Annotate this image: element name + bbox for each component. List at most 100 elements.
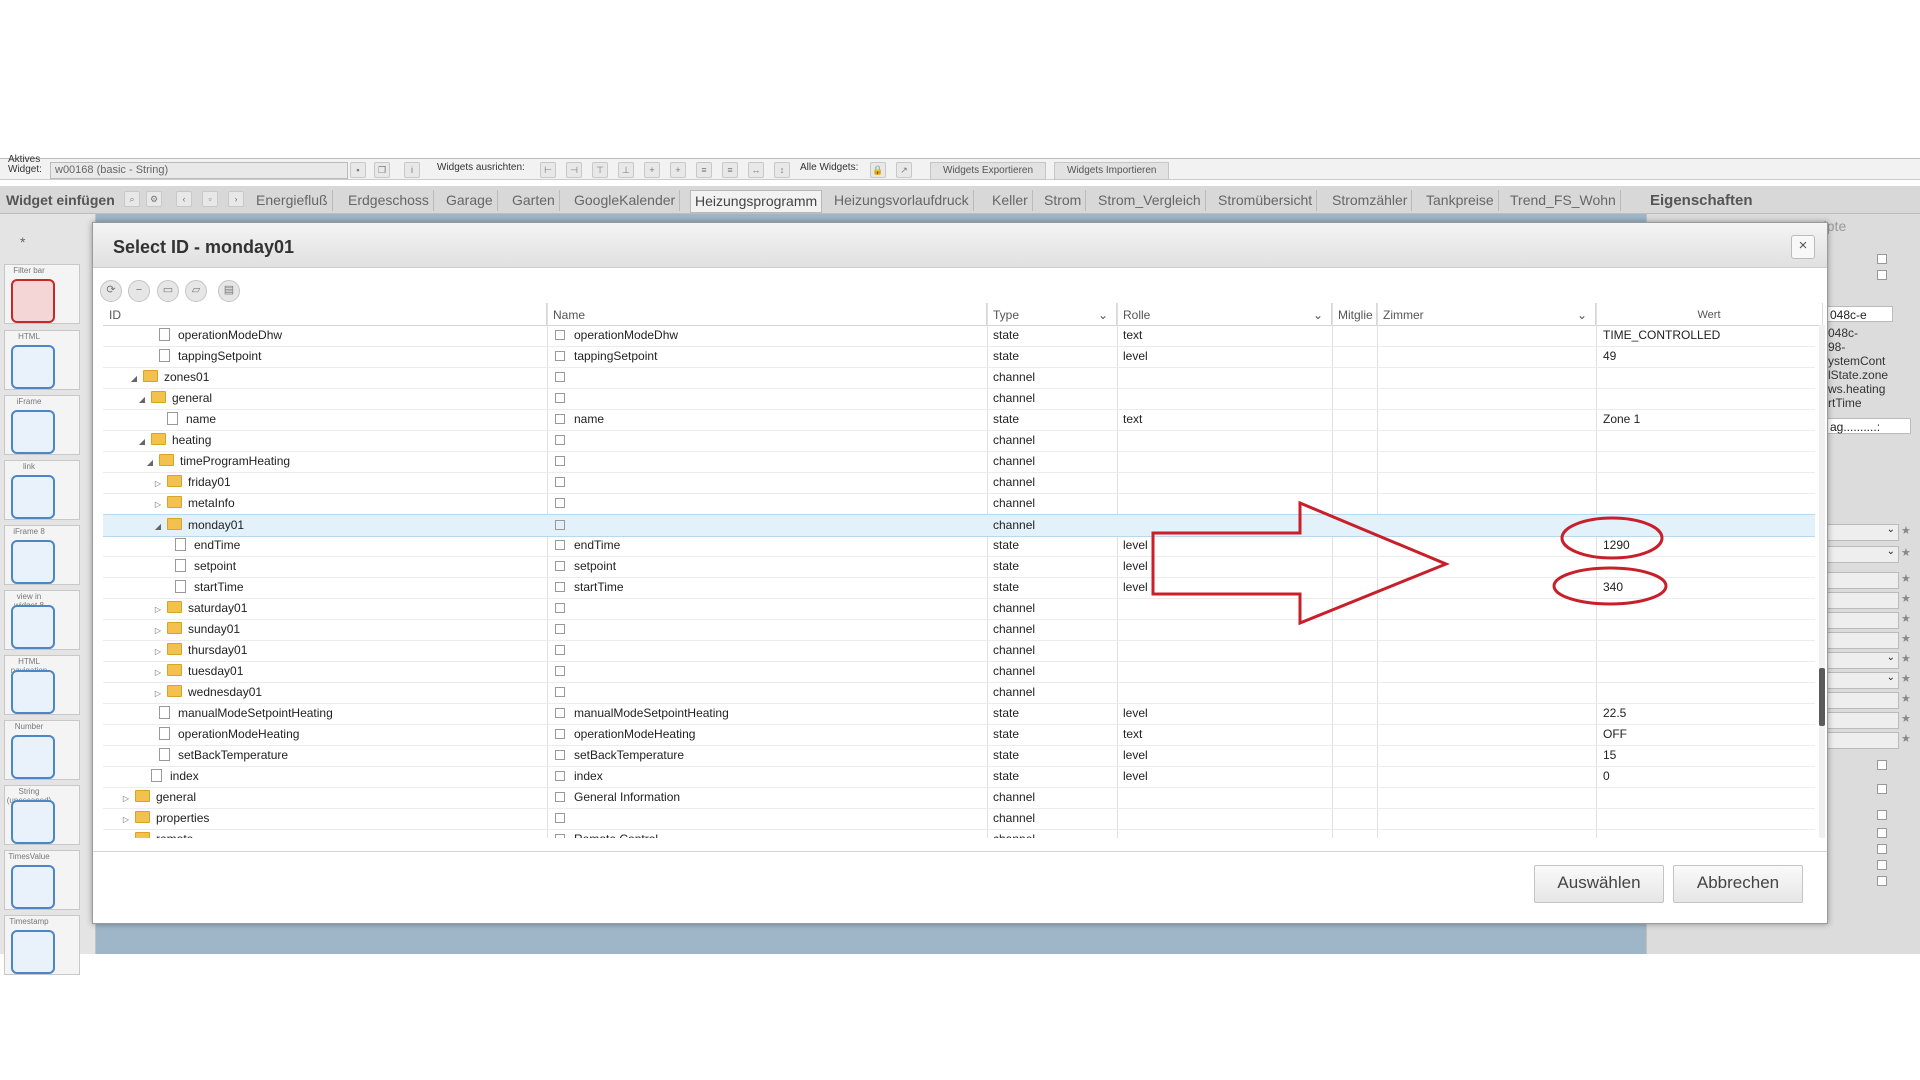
grid-scrollbar-thumb[interactable]	[1819, 668, 1825, 726]
tab-strom-vergleich[interactable]: Strom_Vergleich	[1094, 190, 1206, 211]
table-row[interactable]: ▷ wednesday01 channel	[103, 682, 1815, 704]
widget-tile[interactable]: TimesValue	[4, 850, 80, 910]
table-row[interactable]: ▷ friday01 channel	[103, 472, 1815, 494]
name-edit-icon[interactable]	[555, 351, 565, 361]
widget-tile[interactable]: String (unescaped)	[4, 785, 80, 845]
tab-menu-icon[interactable]: ▫	[202, 191, 218, 207]
name-edit-icon[interactable]	[555, 792, 565, 802]
favorite-star-icon[interactable]: ★	[1901, 612, 1913, 626]
col-header-role[interactable]: Rolle ⌄	[1117, 303, 1332, 325]
same-width-icon[interactable]: ↔	[748, 162, 764, 178]
copy-icon[interactable]: ❐	[374, 162, 390, 178]
table-row[interactable]: ◢ monday01 channel	[103, 514, 1815, 537]
name-edit-icon[interactable]	[555, 561, 565, 571]
table-row[interactable]: tappingSetpoint tappingSetpoint state level…	[103, 346, 1815, 368]
folder-closed-icon[interactable]: ▭	[157, 280, 179, 302]
import-widgets-button[interactable]: Widgets Importieren	[1054, 162, 1170, 180]
table-row[interactable]: setBackTemperature setBackTemperature stat…	[103, 745, 1815, 767]
widget-tile[interactable]: view in widget 8	[4, 590, 80, 650]
collapsed-toggle-icon[interactable]: ▷	[121, 788, 131, 808]
col-header-type[interactable]: Type ⌄	[987, 303, 1117, 325]
tab-googlekalender[interactable]: GoogleKalender	[570, 190, 681, 211]
chevron-down-icon[interactable]: ⌄	[1577, 303, 1587, 327]
table-row[interactable]: name name state text Zone 1	[103, 409, 1815, 431]
expanded-toggle-icon[interactable]: ◢	[153, 516, 163, 536]
collapsed-toggle-icon[interactable]: ▷	[153, 641, 163, 661]
table-row[interactable]: ▷ sunday01 channel	[103, 619, 1815, 641]
table-row[interactable]: operationModeHeating operationModeHeating…	[103, 724, 1815, 746]
table-row[interactable]: ▷ properties channel	[103, 808, 1815, 830]
property-select[interactable]: ⌄	[1827, 672, 1899, 689]
name-edit-icon[interactable]	[555, 750, 565, 760]
collapsed-toggle-icon[interactable]: ▷	[153, 473, 163, 493]
property-checkbox[interactable]	[1877, 784, 1887, 794]
collapsed-toggle-icon[interactable]: ▷	[153, 662, 163, 682]
name-edit-icon[interactable]	[555, 729, 565, 739]
tab-tankpreise[interactable]: Tankpreise	[1422, 190, 1499, 211]
info-icon[interactable]: i	[404, 162, 420, 178]
favorite-star-icon[interactable]: ★	[1901, 732, 1913, 746]
favorite-star-icon[interactable]: ★	[1901, 692, 1913, 706]
col-header-id[interactable]: ID	[103, 303, 547, 325]
folder-open-icon[interactable]: ▱	[185, 280, 207, 302]
close-button[interactable]: ×	[1791, 235, 1815, 259]
chevron-down-icon[interactable]: ⌄	[1313, 303, 1323, 327]
select-button[interactable]: Auswählen	[1534, 865, 1664, 903]
name-edit-icon[interactable]	[555, 624, 565, 634]
favorite-star-icon[interactable]: ★	[1901, 652, 1913, 666]
expanded-toggle-icon[interactable]: ◢	[137, 389, 147, 409]
favorite-star-icon[interactable]: ★	[1901, 592, 1913, 606]
collapsed-toggle-icon[interactable]: ▷	[153, 683, 163, 703]
name-edit-icon[interactable]	[555, 813, 565, 823]
table-row[interactable]: ▷ saturday01 channel	[103, 598, 1815, 620]
settings-icon[interactable]: ⚙	[146, 191, 162, 207]
name-edit-icon[interactable]	[555, 582, 565, 592]
table-row[interactable]: endTime endTime state level 1290	[103, 535, 1815, 557]
chevron-down-icon[interactable]: ⌄	[1098, 303, 1108, 327]
name-edit-icon[interactable]	[555, 540, 565, 550]
lock-icon[interactable]: 🔒	[870, 162, 886, 178]
name-edit-icon[interactable]	[555, 372, 565, 382]
tab-heizungsprogramm[interactable]: Heizungsprogramm	[690, 190, 823, 213]
center-horizontal-icon[interactable]: +	[670, 162, 686, 178]
name-edit-icon[interactable]	[555, 477, 565, 487]
favorite-star-icon[interactable]: ★	[1901, 632, 1913, 646]
favorite-star-icon[interactable]: ★	[1901, 546, 1913, 560]
grid-scrollbar[interactable]	[1819, 325, 1825, 838]
widget-tile[interactable]: link	[4, 460, 80, 520]
widget-tile[interactable]: iFrame 8	[4, 525, 80, 585]
property-checkbox[interactable]	[1877, 810, 1887, 820]
property-input[interactable]	[1827, 692, 1899, 709]
property-checkbox[interactable]	[1877, 876, 1887, 886]
collapse-icon[interactable]: *	[20, 234, 25, 250]
name-edit-icon[interactable]	[555, 414, 565, 424]
external-icon[interactable]: ↗	[896, 162, 912, 178]
favorite-star-icon[interactable]: ★	[1901, 672, 1913, 686]
collapsed-toggle-icon[interactable]: ▷	[153, 599, 163, 619]
active-widget-select[interactable]: w00168 (basic - String)	[50, 162, 348, 179]
table-row[interactable]: ◢ general channel	[103, 388, 1815, 410]
favorite-star-icon[interactable]: ★	[1901, 712, 1913, 726]
align-right-icon[interactable]: ⊣	[566, 162, 582, 178]
col-header-room[interactable]: Zimmer ⌄	[1377, 303, 1596, 325]
name-edit-icon[interactable]	[555, 330, 565, 340]
tab-heizungsvorlaufdruck[interactable]: Heizungsvorlaufdruck	[830, 190, 974, 211]
name-edit-icon[interactable]	[555, 771, 565, 781]
col-header-name[interactable]: Name	[547, 303, 987, 325]
property-checkbox[interactable]	[1877, 828, 1887, 838]
prev-tab-icon[interactable]: ‹	[176, 191, 192, 207]
tab-stromzähler[interactable]: Stromzähler	[1328, 190, 1413, 211]
name-edit-icon[interactable]	[555, 435, 565, 445]
col-header-members[interactable]: Mitglie	[1332, 303, 1377, 325]
property-select[interactable]: ⌄	[1827, 524, 1899, 541]
table-row[interactable]: ◢ heating channel	[103, 430, 1815, 452]
col-header-value[interactable]: Wert	[1596, 303, 1823, 325]
widget-tile[interactable]: Number	[4, 720, 80, 780]
object-tree-grid[interactable]: operationModeDhw operationModeDhw state tex…	[103, 325, 1815, 838]
tag-field[interactable]: ag..........:	[1827, 418, 1911, 434]
property-input[interactable]	[1827, 572, 1899, 589]
align-left-icon[interactable]: ⊢	[540, 162, 556, 178]
name-edit-icon[interactable]	[555, 666, 565, 676]
favorite-star-icon[interactable]: ★	[1901, 524, 1913, 538]
property-input[interactable]	[1827, 732, 1899, 749]
